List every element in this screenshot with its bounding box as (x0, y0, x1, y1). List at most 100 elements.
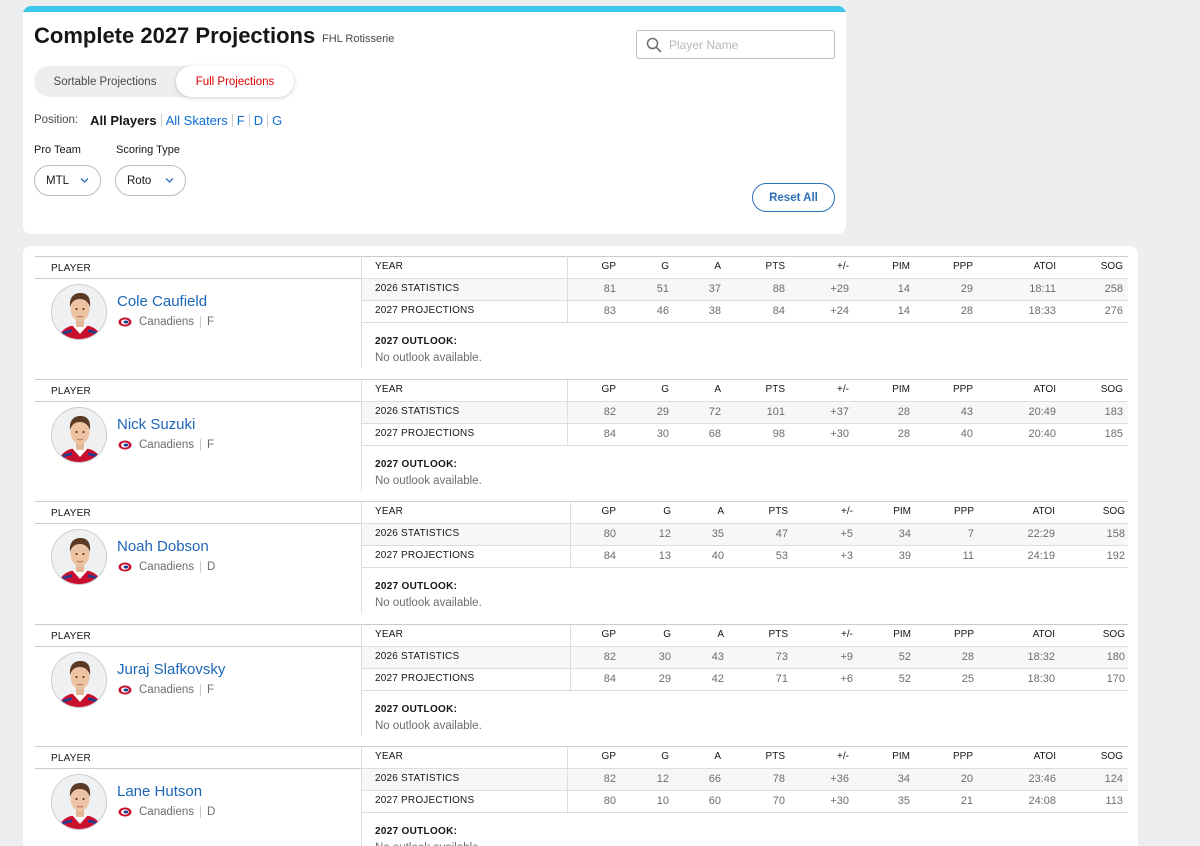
stat-header-pim[interactable]: PIM (870, 256, 910, 278)
player-headshot[interactable] (51, 651, 107, 708)
player-headshot[interactable] (51, 529, 107, 585)
stat-value-: +30 (830, 795, 849, 807)
position-all-skaters[interactable]: All Skaters (162, 113, 232, 128)
player-name-link[interactable]: Nick Suzuki (117, 416, 195, 433)
player-name-link[interactable]: Juraj Slafkovsky (117, 661, 225, 678)
stat-value-ppp: 29 (960, 283, 973, 295)
stats-row-2027: 2027 PROJECTIONS 83 46 38 84 +24 14 28 18:33 276 (362, 300, 1128, 322)
stat-header-ppp[interactable]: PPP (934, 501, 974, 523)
stat-header-a[interactable]: A (684, 501, 724, 523)
stat-header-pim[interactable]: PIM (870, 746, 910, 768)
stats-header-row: YEAR GP G A PTS +/- PIM PPP ATOI SOG (362, 256, 1128, 278)
stat-header-[interactable]: +/- (813, 624, 853, 646)
full-projections-tab[interactable]: Full Projections (176, 66, 294, 97)
stat-value-sog: 158 (1106, 528, 1125, 540)
year-column-header: YEAR (375, 751, 404, 762)
projections-table: PLAYER Cole Caufield Canadiens F YEAR GP… (23, 246, 1138, 846)
stat-header-ppp[interactable]: PPP (934, 624, 974, 646)
outlook-title: 2027 OUTLOOK: (375, 581, 458, 592)
player-headshot[interactable] (51, 774, 107, 830)
stat-header-sog[interactable]: SOG (1085, 501, 1125, 523)
player-headshot[interactable] (51, 406, 107, 463)
stat-header-gp[interactable]: GP (576, 746, 616, 768)
stat-header-sog[interactable]: SOG (1085, 624, 1125, 646)
stat-value-: +36 (830, 773, 849, 785)
player-name-link[interactable]: Lane Hutson (117, 783, 202, 800)
stat-header-[interactable]: +/- (809, 746, 849, 768)
player-name-link[interactable]: Cole Caufield (117, 293, 207, 310)
stat-header-ppp[interactable]: PPP (933, 746, 973, 768)
position-all-players[interactable]: All Players (88, 113, 161, 128)
search-input[interactable] (669, 35, 829, 55)
stat-header-[interactable]: +/- (813, 501, 853, 523)
stat-header-pim[interactable]: PIM (871, 624, 911, 646)
player-search[interactable] (636, 30, 835, 59)
canadiens-logo-icon (118, 317, 132, 327)
stat-header-sog[interactable]: SOG (1083, 746, 1123, 768)
stat-header-sog[interactable]: SOG (1083, 256, 1123, 278)
stats-row-2026: 2026 STATISTICS 81 51 37 88 +29 14 29 18:11 258 (362, 278, 1128, 300)
stat-header-a[interactable]: A (681, 379, 721, 401)
divider (199, 561, 201, 573)
stats-header-row: YEAR GP G A PTS +/- PIM PPP ATOI SOG (362, 501, 1128, 523)
position-defense[interactable]: D (250, 113, 267, 128)
stat-header-atoi[interactable]: ATOI (1016, 256, 1056, 278)
stat-header-atoi[interactable]: ATOI (1015, 624, 1055, 646)
stat-header-g[interactable]: G (629, 746, 669, 768)
stat-header-a[interactable]: A (681, 256, 721, 278)
stat-value-sog: 185 (1104, 427, 1123, 440)
stat-value-pts: 78 (772, 773, 785, 785)
stat-header-atoi[interactable]: ATOI (1016, 746, 1056, 768)
divider (362, 545, 1128, 546)
stat-header-g[interactable]: G (629, 256, 669, 278)
position-forward[interactable]: F (233, 113, 249, 128)
player-position: F (206, 438, 215, 451)
stat-value-pts: 84 (772, 305, 785, 317)
stat-header-atoi[interactable]: ATOI (1016, 379, 1056, 401)
player-name-link[interactable]: Noah Dobson (117, 538, 209, 555)
reset-all-button[interactable]: Reset All (752, 183, 835, 212)
stat-value-a: 40 (711, 550, 724, 562)
stat-header-atoi[interactable]: ATOI (1015, 501, 1055, 523)
player-team: Canadiens (139, 561, 194, 573)
stat-header-gp[interactable]: GP (576, 256, 616, 278)
stats-row-2026: 2026 STATISTICS 80 12 35 47 +5 34 7 22:29 158 (362, 523, 1128, 545)
stat-header-pts[interactable]: PTS (748, 501, 788, 523)
stat-value-: +6 (840, 672, 853, 685)
stat-value-g: 30 (656, 427, 669, 440)
stat-header-ppp[interactable]: PPP (933, 379, 973, 401)
stat-header-[interactable]: +/- (809, 379, 849, 401)
stat-header-sog[interactable]: SOG (1083, 379, 1123, 401)
stat-header-g[interactable]: G (629, 379, 669, 401)
stat-header-a[interactable]: A (681, 746, 721, 768)
stat-value-pts: 47 (775, 528, 788, 540)
stat-header-pts[interactable]: PTS (745, 256, 785, 278)
stat-header-g[interactable]: G (631, 501, 671, 523)
canadiens-logo-icon (118, 562, 132, 572)
stat-header-pim[interactable]: PIM (871, 501, 911, 523)
row-label: 2027 PROJECTIONS (375, 305, 475, 316)
stat-header-gp[interactable]: GP (576, 501, 616, 523)
player-position: D (206, 806, 216, 818)
stat-header-ppp[interactable]: PPP (933, 256, 973, 278)
stat-value-sog: 180 (1106, 650, 1125, 663)
stat-header-pts[interactable]: PTS (745, 746, 785, 768)
sortable-projections-tab[interactable]: Sortable Projections (34, 66, 176, 97)
stat-value-atoi: 20:40 (1028, 427, 1056, 440)
stat-header-pim[interactable]: PIM (870, 379, 910, 401)
stat-header-pts[interactable]: PTS (748, 624, 788, 646)
scoring-type-select[interactable]: Roto (115, 165, 186, 196)
stat-header-gp[interactable]: GP (576, 624, 616, 646)
player-position: F (206, 683, 215, 696)
stat-header-gp[interactable]: GP (576, 379, 616, 401)
pro-team-select[interactable]: MTL (34, 165, 101, 196)
stat-header-g[interactable]: G (631, 624, 671, 646)
stat-value-a: 60 (708, 795, 721, 807)
stat-header-a[interactable]: A (684, 624, 724, 646)
divider (362, 567, 1128, 568)
player-headshot[interactable] (51, 284, 107, 340)
stat-header-pts[interactable]: PTS (745, 379, 785, 401)
player-position: F (206, 316, 215, 328)
position-goalie[interactable]: G (268, 113, 286, 128)
stat-header-[interactable]: +/- (809, 256, 849, 278)
